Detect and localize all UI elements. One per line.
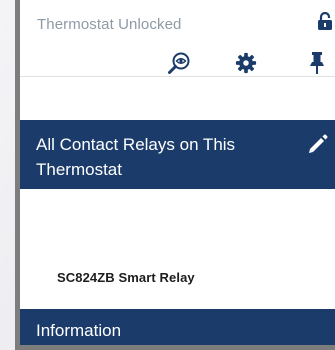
information-title: Information bbox=[36, 321, 122, 340]
information-header: Information bbox=[20, 309, 335, 345]
thermostat-panel: Thermostat Unlocked All Contact Relays o… bbox=[15, 0, 335, 350]
search-eye-icon[interactable] bbox=[166, 50, 192, 76]
lock-status-text: Thermostat Unlocked bbox=[37, 16, 182, 33]
gear-icon[interactable] bbox=[233, 50, 259, 76]
pencil-icon[interactable] bbox=[307, 133, 329, 155]
contact-relays-header: All Contact Relays on This Thermostat bbox=[20, 120, 335, 189]
pin-icon[interactable] bbox=[304, 50, 330, 76]
contact-relays-title: All Contact Relays on This Thermostat bbox=[36, 135, 236, 179]
relay-list-item[interactable]: SC824ZB Smart Relay bbox=[57, 270, 195, 285]
panel-toolbar: Thermostat Unlocked bbox=[20, 0, 335, 77]
lock-open-icon[interactable] bbox=[317, 11, 333, 30]
